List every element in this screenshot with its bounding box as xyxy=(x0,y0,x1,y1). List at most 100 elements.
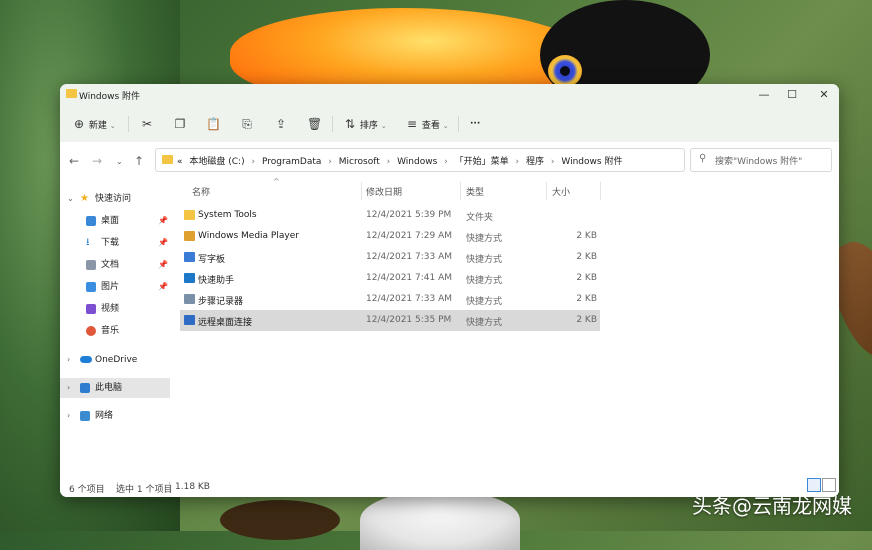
pin-icon[interactable]: 📌 xyxy=(158,211,168,231)
file-row[interactable]: Windows Media Player 12/4/2021 7:29 AM 快… xyxy=(180,226,600,247)
video-icon xyxy=(86,304,96,314)
steps-recorder-icon xyxy=(184,294,195,304)
search-input[interactable]: ⚲ 搜索"Windows 附件" xyxy=(690,148,832,172)
toolbar-divider xyxy=(332,116,333,132)
breadcrumb-separator[interactable]: › xyxy=(387,157,391,167)
file-size: 2 KB xyxy=(576,231,597,241)
breadcrumb-item[interactable]: Windows 附件 xyxy=(561,157,622,167)
address-bar[interactable]: « 本地磁盘 (C:) › ProgramData › Microsoft › … xyxy=(155,148,769,172)
breadcrumb-separator[interactable]: › xyxy=(251,157,255,167)
document-icon xyxy=(86,260,96,270)
rename-icon: ⎘ xyxy=(242,117,252,131)
file-date: 12/4/2021 7:29 AM xyxy=(366,231,453,241)
file-name: 写字板 xyxy=(198,255,226,265)
star-icon: ★ xyxy=(80,193,89,204)
breadcrumb-item[interactable]: ProgramData xyxy=(262,157,321,167)
close-button[interactable]: ✕ xyxy=(809,86,839,104)
rename-button[interactable]: ⎘ xyxy=(240,114,254,134)
address-row: ← → ⌄ ↑ « 本地磁盘 (C:) › ProgramData › Micr… xyxy=(60,142,839,180)
up-arrow-icon[interactable]: ↑ xyxy=(134,154,144,168)
remote-desktop-icon xyxy=(184,315,195,325)
column-header-size[interactable]: 大小 xyxy=(552,185,570,198)
new-button[interactable]: ⊕ 新建 ⌄ xyxy=(72,114,116,134)
file-row[interactable]: System Tools 12/4/2021 5:39 PM 文件夹 xyxy=(180,205,600,226)
breadcrumb-separator[interactable]: › xyxy=(444,157,448,167)
media-player-icon xyxy=(184,231,195,241)
sidebar-item-desktop[interactable]: 桌面 📌 xyxy=(60,211,170,231)
search-placeholder: 搜索"Windows 附件" xyxy=(715,157,803,167)
file-type: 文件夹 xyxy=(466,213,494,223)
file-row[interactable]: 写字板 12/4/2021 7:33 AM 快捷方式 2 KB xyxy=(180,247,600,268)
column-header-date[interactable]: 修改日期 xyxy=(366,185,402,198)
column-divider[interactable] xyxy=(546,182,547,200)
file-type: 快捷方式 xyxy=(466,276,503,286)
chevron-right-icon[interactable]: › xyxy=(67,350,70,370)
pin-icon[interactable]: 📌 xyxy=(158,277,168,297)
sidebar-item-music[interactable]: 音乐 xyxy=(60,321,170,341)
selected-count: 选中 1 个项目 xyxy=(116,485,173,495)
pin-icon[interactable]: 📌 xyxy=(158,255,168,275)
column-header-type[interactable]: 类型 xyxy=(466,185,484,198)
sidebar-item-label: 快速访问 xyxy=(95,194,132,204)
sidebar-item-quick-access[interactable]: ⌄ ★ 快速访问 xyxy=(60,189,170,209)
breadcrumb-item[interactable]: Microsoft xyxy=(339,157,380,167)
recent-chevron-icon[interactable]: ⌄ xyxy=(116,157,123,166)
chevron-down-icon: ⌄ xyxy=(380,122,387,130)
chevron-right-icon[interactable]: › xyxy=(67,406,70,426)
pin-icon[interactable]: 📌 xyxy=(158,233,168,253)
toolbar-divider xyxy=(128,116,129,132)
sidebar-item-network[interactable]: › 网络 xyxy=(60,406,170,426)
maximize-button[interactable]: ☐ xyxy=(777,86,807,104)
file-type: 快捷方式 xyxy=(466,297,503,307)
back-arrow-icon[interactable]: ← xyxy=(69,154,79,168)
breadcrumb-overflow[interactable]: « xyxy=(177,157,183,167)
sidebar-item-onedrive[interactable]: › OneDrive xyxy=(60,350,170,370)
sidebar-item-this-pc[interactable]: › 此电脑 xyxy=(60,378,170,398)
breadcrumb-item[interactable]: 本地磁盘 (C:) xyxy=(189,157,244,167)
sort-icon: ⇅ xyxy=(344,117,356,131)
breadcrumb-item[interactable]: Windows xyxy=(397,157,437,167)
wallpaper-toucan-eye xyxy=(560,66,570,76)
sidebar-item-label: 视频 xyxy=(101,304,120,314)
command-bar: ⊕ 新建 ⌄ ✂ ❐ 📋 ⎘ ⇪ 🗑 ⇅ 排序 ⌄ ≡ 查看 ⌄ ··· xyxy=(60,106,839,143)
sidebar-item-documents[interactable]: 文档 📌 xyxy=(60,255,170,275)
chevron-right-icon[interactable]: › xyxy=(67,378,70,398)
sidebar-item-videos[interactable]: 视频 xyxy=(60,299,170,319)
delete-button[interactable]: 🗑 xyxy=(307,114,322,134)
sidebar-item-pictures[interactable]: 图片 📌 xyxy=(60,277,170,297)
copy-button[interactable]: ❐ xyxy=(173,114,187,134)
share-button[interactable]: ⇪ xyxy=(274,114,288,134)
sidebar-item-label: 网络 xyxy=(95,411,114,421)
file-date: 12/4/2021 5:35 PM xyxy=(366,315,452,325)
desktop-icon xyxy=(86,216,96,226)
file-date: 12/4/2021 5:39 PM xyxy=(366,210,452,220)
column-header-name[interactable]: 名称 xyxy=(192,185,210,198)
file-row[interactable]: 步骤记录器 12/4/2021 7:33 AM 快捷方式 2 KB xyxy=(180,289,600,310)
toolbar-divider xyxy=(458,116,459,132)
breadcrumb-item[interactable]: 程序 xyxy=(526,157,544,167)
paste-button[interactable]: 📋 xyxy=(206,114,221,134)
sidebar-item-downloads[interactable]: ⭳ 下载 📌 xyxy=(60,233,170,253)
chevron-down-icon[interactable]: ⌄ xyxy=(67,189,74,209)
breadcrumb-separator[interactable]: › xyxy=(516,157,520,167)
breadcrumb-item[interactable]: 「开始」菜单 xyxy=(455,157,509,167)
file-row[interactable]: 快速助手 12/4/2021 7:41 AM 快捷方式 2 KB xyxy=(180,268,600,289)
column-divider[interactable] xyxy=(460,182,461,200)
folder-icon xyxy=(66,89,77,98)
search-icon: ⚲ xyxy=(699,153,707,164)
more-button[interactable]: ··· xyxy=(470,114,480,134)
plus-circle-icon: ⊕ xyxy=(73,117,85,131)
view-button[interactable]: ≡ 查看 ⌄ xyxy=(405,114,449,134)
breadcrumb-separator[interactable]: › xyxy=(551,157,555,167)
column-divider[interactable] xyxy=(361,182,362,200)
breadcrumb-separator[interactable]: › xyxy=(328,157,332,167)
minimize-button[interactable]: — xyxy=(749,86,779,104)
file-row[interactable]: 远程桌面连接 12/4/2021 5:35 PM 快捷方式 2 KB xyxy=(180,310,600,331)
file-explorer-window: Windows 附件 — ☐ ✕ ⊕ 新建 ⌄ ✂ ❐ 📋 ⎘ ⇪ 🗑 ⇅ 排序… xyxy=(60,84,839,497)
column-divider[interactable] xyxy=(600,182,601,200)
title-bar[interactable]: Windows 附件 — ☐ ✕ xyxy=(60,84,839,106)
cut-button[interactable]: ✂ xyxy=(140,114,154,134)
sort-button[interactable]: ⇅ 排序 ⌄ xyxy=(343,114,387,134)
sidebar-item-label: 文档 xyxy=(101,260,120,270)
forward-arrow-icon[interactable]: → xyxy=(92,154,102,168)
